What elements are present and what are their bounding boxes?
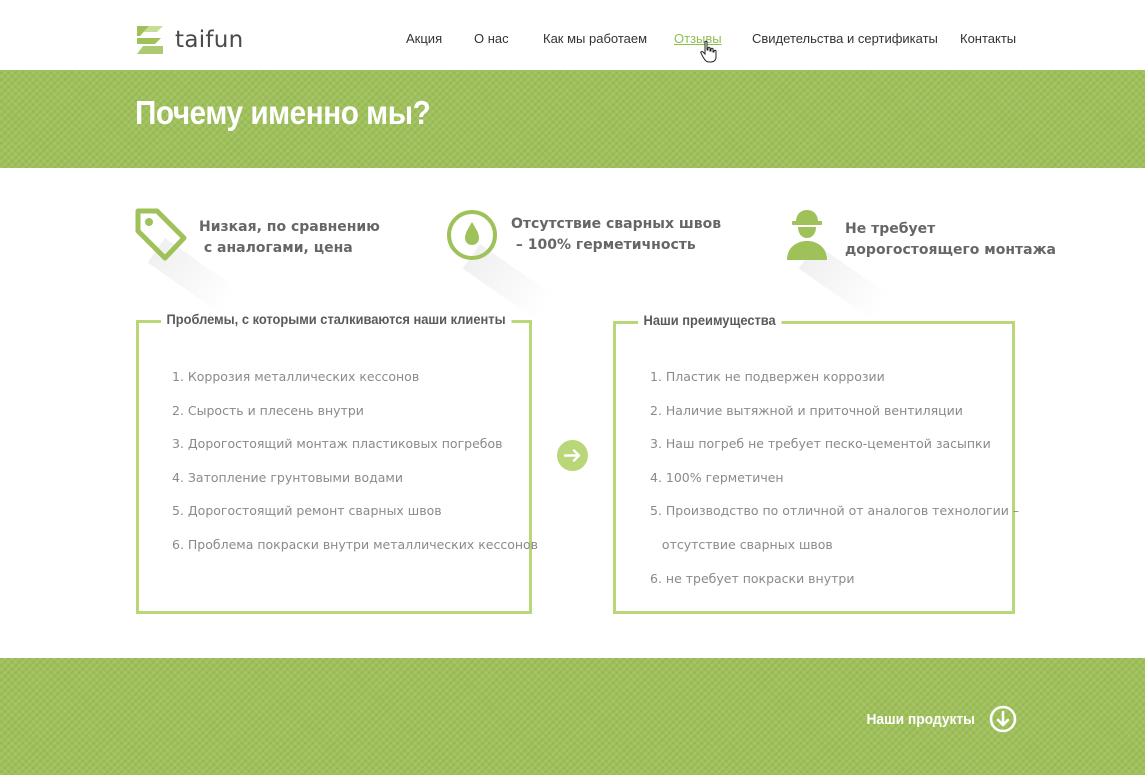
nav-item-contacts[interactable]: Контакты <box>960 31 1016 46</box>
our-products-label: Наши продукты <box>866 710 975 728</box>
nav-item-about[interactable]: О нас <box>474 31 509 46</box>
water-drop-icon <box>447 210 497 260</box>
list-item: 5. Производство по отличной от аналогов … <box>650 503 1020 519</box>
nav-item-how-we-work[interactable]: Как мы работаем <box>543 31 647 46</box>
our-products-link[interactable]: Наши продукты <box>857 705 1017 733</box>
advantages-title: Наши преимущества <box>638 312 782 328</box>
main-nav: Акция О нас Как мы работаем Отзывы Свиде… <box>0 31 1145 49</box>
problems-title: Проблемы, с которыми сталкиваются наши к… <box>161 311 512 327</box>
arrow-down-circle-icon[interactable] <box>989 705 1017 733</box>
list-item: 4. Затопление грунтовыми водами <box>172 469 403 485</box>
feature-no-welds: Отсутствие сварных швов – 100% герметичн… <box>446 208 722 321</box>
advantages-box: Наши преимущества 1. Пластик не подверже… <box>613 312 1019 614</box>
list-item: 3. Наш погреб не требует песко-цементой … <box>650 436 991 452</box>
nav-item-promo[interactable]: Акция <box>406 31 442 46</box>
feature-text: Не требует дорогостоящего монтажа <box>845 221 1056 258</box>
list-item: 6. Проблема покраски внутри металлически… <box>172 536 539 552</box>
advantages-list: 1. Пластик не подвержен коррозии 2. Нали… <box>650 367 1019 602</box>
site-header: taifun Акция О нас Как мы работаем Отзыв… <box>0 0 1145 70</box>
hero-banner: Почему именно мы? <box>0 70 1145 168</box>
feature-text: Низкая, по сравнению с аналогами, цена <box>199 219 380 256</box>
list-item: 6. не требует покраски внутри <box>650 570 855 586</box>
list-item: 5. Дорогостоящий ремонт сварных швов <box>172 503 442 519</box>
nav-item-certificates[interactable]: Свидетельства и сертификаты <box>752 31 938 46</box>
problems-list: 1. Коррозия металлических кессонов 2. Сы… <box>172 367 538 569</box>
list-item: 1. Коррозия металлических кессонов <box>172 369 420 384</box>
price-tag-icon <box>135 208 187 261</box>
worker-icon <box>787 210 827 260</box>
hand-cursor-icon <box>700 40 717 63</box>
list-item: 2. Наличие вытяжной и приточной вентиляц… <box>650 402 963 418</box>
list-item: 3. Дорогостоящий монтаж пластиковых погр… <box>172 436 503 452</box>
footer-banner: Наши продукты <box>0 658 1145 775</box>
arrow-right-icon <box>557 440 588 471</box>
page-title: Почему именно мы? <box>135 94 431 131</box>
feature-low-price: Низкая, по сравнению с аналогами, цена <box>135 208 380 315</box>
list-item: 2. Сырость и плесень внутри <box>172 402 364 418</box>
feature-no-installation: Не требует дорогостоящего монтажа <box>784 208 1056 321</box>
list-item: 1. Пластик не подвержен коррозии <box>650 369 885 384</box>
problems-box: Проблемы, с которыми сталкиваются наши к… <box>136 311 538 614</box>
list-item: отсутствие сварных швов <box>650 536 833 552</box>
list-item: 4. 100% герметичен <box>650 469 784 485</box>
feature-text: Отсутствие сварных швов – 100% герметичн… <box>511 216 722 253</box>
